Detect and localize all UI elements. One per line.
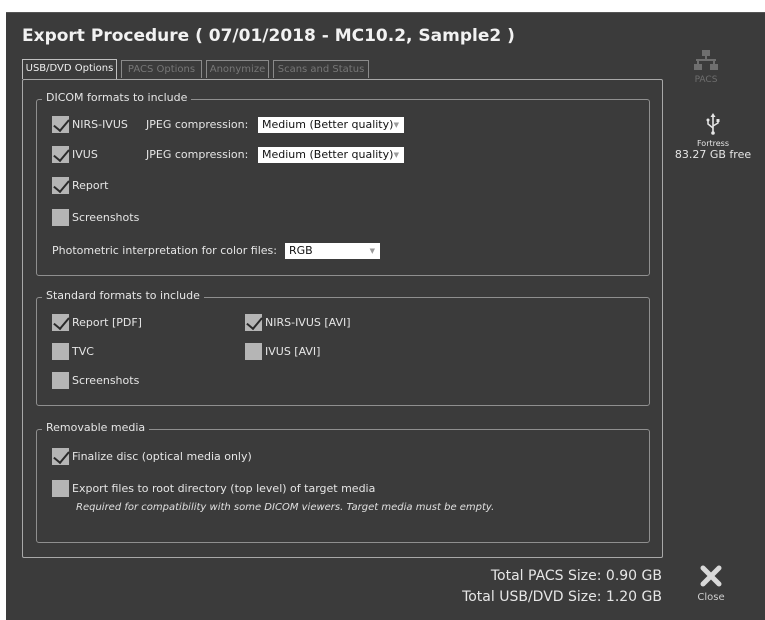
removable-media-label: Removable media — [42, 421, 150, 434]
dicom-report-label: Report — [72, 179, 109, 192]
close-button[interactable]: Close — [691, 564, 731, 603]
total-usb-dvd-size: Total USB/DVD Size: 1.20 GB — [462, 589, 662, 605]
photometric-value: RGB — [289, 244, 313, 257]
dicom-ivus-label: IVUS — [72, 148, 98, 161]
usb-device-name: Fortress — [696, 139, 729, 148]
network-icon — [694, 50, 718, 70]
dicom-nirs-ivus-jpeg-value: Medium (Better quality) — [262, 118, 394, 131]
std-tvc-label: TVC — [72, 345, 94, 358]
total-pacs-size: Total PACS Size: 0.90 GB — [490, 568, 662, 584]
standard-formats-group: Standard formats to include Report [PDF]… — [36, 289, 650, 406]
tab-pacs-options[interactable]: PACS Options — [121, 60, 202, 78]
dicom-nirs-ivus-label: NIRS-IVUS — [72, 118, 128, 131]
std-screenshots-row: Screenshots — [52, 372, 139, 389]
dicom-screenshots-checkbox[interactable] — [52, 209, 69, 226]
std-ivus-avi-checkbox[interactable] — [245, 343, 262, 360]
std-ivus-avi-row: IVUS [AVI] — [245, 343, 320, 360]
tab-anonymize[interactable]: Anonymize — [206, 60, 269, 78]
dicom-ivus-row: IVUS — [52, 146, 98, 163]
close-icon — [700, 565, 722, 587]
std-tvc-row: TVC — [52, 343, 94, 360]
dicom-report-row: Report — [52, 177, 108, 194]
usb-destination-button[interactable]: Fortress 83.27 GB free — [663, 113, 763, 161]
chevron-down-icon: ▼ — [393, 121, 399, 129]
dicom-ivus-jpeg-select[interactable]: Medium (Better quality) ▼ — [258, 147, 404, 163]
dicom-ivus-checkbox[interactable] — [52, 146, 69, 163]
dicom-formats-group: DICOM formats to include NIRS-IVUS JPEG … — [36, 91, 650, 276]
dicom-screenshots-label: Screenshots — [72, 211, 140, 224]
usb-dvd-options-panel: DICOM formats to include NIRS-IVUS JPEG … — [22, 79, 663, 558]
pacs-destination-button[interactable]: PACS — [681, 49, 731, 85]
dicom-nirs-ivus-row: NIRS-IVUS — [52, 116, 128, 133]
std-screenshots-label: Screenshots — [72, 374, 140, 387]
dicom-screenshots-row: Screenshots — [52, 209, 139, 226]
dicom-nirs-ivus-jpeg-label: JPEG compression: — [146, 118, 249, 131]
standard-formats-label: Standard formats to include — [42, 289, 204, 302]
tab-scans-and-status[interactable]: Scans and Status — [273, 60, 369, 78]
std-report-pdf-row: Report [PDF] — [52, 314, 142, 331]
std-screenshots-checkbox[interactable] — [52, 372, 69, 389]
dicom-ivus-jpeg-label: JPEG compression: — [146, 148, 249, 161]
std-nirs-ivus-avi-label: NIRS-IVUS [AVI] — [265, 316, 351, 329]
std-report-pdf-checkbox[interactable] — [52, 314, 69, 331]
finalize-disc-row: Finalize disc (optical media only) — [52, 448, 252, 465]
dialog-title: Export Procedure ( 07/01/2018 - MC10.2, … — [22, 26, 515, 46]
dicom-nirs-ivus-checkbox[interactable] — [52, 116, 69, 133]
std-nirs-ivus-avi-row: NIRS-IVUS [AVI] — [245, 314, 351, 331]
root-directory-checkbox[interactable] — [52, 480, 69, 497]
root-directory-label: Export files to root directory (top leve… — [72, 482, 376, 495]
dicom-formats-label: DICOM formats to include — [42, 91, 192, 104]
finalize-disc-label: Finalize disc (optical media only) — [72, 450, 252, 463]
dicom-report-checkbox[interactable] — [52, 177, 69, 194]
std-nirs-ivus-avi-checkbox[interactable] — [245, 314, 262, 331]
root-directory-note: Required for compatibility with some DIC… — [76, 502, 495, 513]
tab-usb-dvd-options[interactable]: USB/DVD Options — [22, 59, 117, 79]
close-label: Close — [697, 592, 725, 603]
chevron-down-icon: ▼ — [393, 151, 399, 159]
chevron-down-icon: ▼ — [369, 247, 375, 255]
photometric-select[interactable]: RGB ▼ — [285, 243, 380, 259]
usb-free-space: 83.27 GB free — [674, 148, 752, 161]
root-directory-row: Export files to root directory (top leve… — [52, 480, 375, 497]
std-tvc-checkbox[interactable] — [52, 343, 69, 360]
removable-media-group: Removable media Finalize disc (optical m… — [36, 421, 650, 543]
export-procedure-dialog: Export Procedure ( 07/01/2018 - MC10.2, … — [6, 12, 765, 620]
finalize-disc-checkbox[interactable] — [52, 448, 69, 465]
usb-icon — [706, 113, 720, 135]
std-report-pdf-label: Report [PDF] — [72, 316, 142, 329]
std-ivus-avi-label: IVUS [AVI] — [265, 345, 321, 358]
pacs-label: PACS — [694, 75, 718, 85]
dicom-nirs-ivus-jpeg-select[interactable]: Medium (Better quality) ▼ — [258, 117, 404, 133]
photometric-label: Photometric interpretation for color fil… — [52, 244, 277, 257]
dicom-ivus-jpeg-value: Medium (Better quality) — [262, 148, 394, 161]
